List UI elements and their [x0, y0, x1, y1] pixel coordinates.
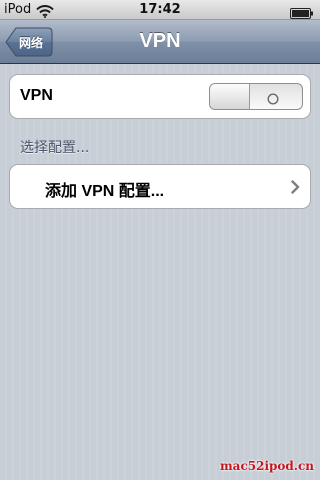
- vpn-row: VPN: [9, 74, 311, 119]
- add-vpn-configuration-row[interactable]: 添加 VPN 配置...: [9, 164, 311, 209]
- battery-full-icon: [290, 4, 314, 19]
- toggle-knob[interactable]: [210, 84, 250, 109]
- status-bar: iPod 17:42: [0, 0, 320, 20]
- navigation-bar: 网络 VPN: [0, 20, 320, 64]
- vpn-row-label: VPN: [20, 87, 53, 104]
- toggle-off-icon: [267, 90, 279, 105]
- section-header: 选择配置...: [20, 140, 90, 156]
- vpn-toggle-switch[interactable]: [209, 83, 303, 110]
- add-vpn-configuration-label: 添加 VPN 配置...: [45, 183, 165, 200]
- back-button[interactable]: 网络: [5, 27, 53, 57]
- page-title: VPN: [139, 30, 181, 52]
- watermark: mac52ipod.cn: [219, 459, 314, 473]
- back-button-label: 网络: [19, 36, 44, 50]
- status-time: 17:42: [139, 2, 181, 17]
- chevron-right-icon: [291, 179, 300, 194]
